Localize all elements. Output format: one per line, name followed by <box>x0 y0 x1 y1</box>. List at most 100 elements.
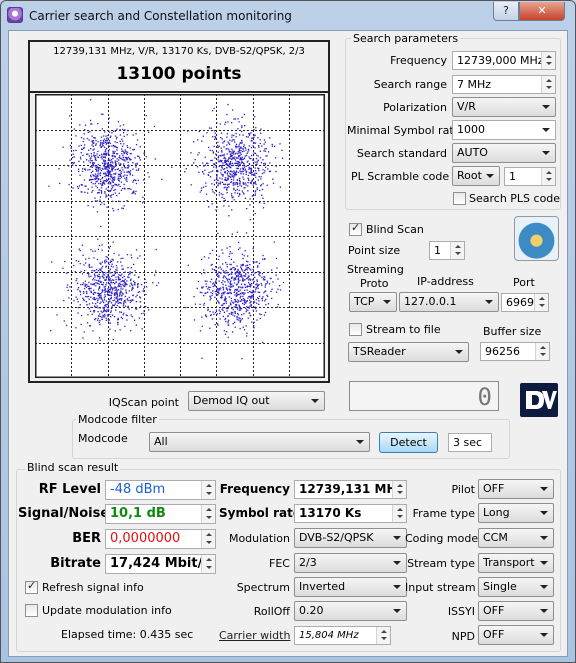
carrier-width-label[interactable]: Carrier width <box>219 629 290 642</box>
constellation-point <box>241 190 243 192</box>
input-stream-select[interactable]: Single <box>478 577 554 597</box>
constellation-point <box>102 180 105 182</box>
buffer-size-input[interactable]: 96256 <box>480 342 550 361</box>
buffer-size-spin[interactable] <box>535 343 549 360</box>
constellation-point <box>239 194 241 196</box>
constellation-point <box>258 291 261 293</box>
constellation-point <box>116 290 118 292</box>
constellation-point <box>86 272 89 274</box>
constellation-point <box>51 261 53 263</box>
msr-select[interactable]: 1000 <box>452 120 556 140</box>
constellation-point <box>121 265 123 267</box>
rolloff-select[interactable]: 0.20 <box>294 601 407 621</box>
constellation-point <box>148 309 150 311</box>
constellation-point <box>211 249 214 251</box>
refresh-signal-checkbox[interactable] <box>25 579 38 594</box>
constellation-point <box>90 166 92 168</box>
detect-interval-input[interactable]: 3 sec <box>448 433 492 452</box>
issyi-select[interactable]: OFF <box>478 601 554 621</box>
constellation-point <box>116 149 118 151</box>
search-range-spin[interactable] <box>541 76 555 93</box>
constellation-point <box>108 117 110 119</box>
pl-scramble-input[interactable]: 1 <box>504 167 556 186</box>
constellation-point <box>85 290 88 293</box>
modcode-select[interactable]: All <box>149 432 370 452</box>
constellation-point <box>103 309 105 311</box>
constellation-point <box>229 286 231 288</box>
carrier-width-spin[interactable] <box>376 627 390 644</box>
iqscan-label: IQScan point <box>108 396 179 409</box>
symbol-rate-spin[interactable] <box>392 505 406 522</box>
constellation-point <box>212 290 214 292</box>
constellation-point <box>278 285 281 287</box>
stream-app-select[interactable]: TSReader <box>348 342 469 362</box>
constellation-point <box>226 144 228 146</box>
constellation-point <box>216 122 218 124</box>
constellation-point <box>122 257 124 259</box>
constellation-point <box>115 265 118 267</box>
constellation-point <box>82 168 84 170</box>
port-input[interactable]: 6969 <box>501 293 549 312</box>
close-button[interactable]: ✕ <box>519 2 565 21</box>
ip-address-select[interactable]: 127.0.0.1 <box>399 292 499 312</box>
constellation-point <box>103 159 105 161</box>
constellation-point <box>221 138 223 140</box>
bitrate-spin[interactable] <box>201 555 215 573</box>
constellation-point <box>114 130 116 132</box>
stream-type-select[interactable]: Transport <box>478 553 554 573</box>
constellation-point <box>222 287 225 289</box>
iqscan-select[interactable]: Demod IQ out <box>188 391 325 411</box>
constellation-point <box>90 283 92 285</box>
point-size-input[interactable]: 1 <box>429 241 465 260</box>
detect-button[interactable]: Detect <box>379 432 438 453</box>
constellation-point <box>91 166 93 168</box>
constellation-point <box>231 162 234 164</box>
constellation-point <box>137 179 139 182</box>
spectrum-select[interactable]: Inverted <box>294 577 407 597</box>
frequency-input[interactable]: 12739,000 MHz <box>452 51 556 70</box>
polarization-select[interactable]: V/R <box>452 97 556 117</box>
constellation-point <box>245 154 248 157</box>
constellation-point <box>50 330 52 332</box>
constellation-point <box>102 284 104 286</box>
point-size-spin[interactable] <box>450 242 464 259</box>
fec-select[interactable]: 2/3 <box>294 553 407 573</box>
pl-scramble-type-select[interactable]: Root <box>452 166 500 186</box>
plot-grid <box>34 93 326 379</box>
frame-type-select[interactable]: Long <box>478 503 554 523</box>
pilot-select[interactable]: OFF <box>478 479 554 499</box>
constellation-point <box>187 130 189 132</box>
rf-level-spin[interactable] <box>201 481 215 499</box>
constellation-point <box>106 260 108 263</box>
constellation-point <box>241 287 243 289</box>
constellation-point <box>239 309 241 311</box>
proto-select[interactable]: TCP <box>349 292 397 312</box>
constellation-point <box>100 301 102 303</box>
bitrate-label: Bitrate <box>50 556 101 571</box>
npd-select[interactable]: OFF <box>478 625 554 645</box>
constellation-point <box>101 128 103 130</box>
stream-to-file-checkbox[interactable] <box>349 323 362 336</box>
result-frequency-spin[interactable] <box>392 481 406 498</box>
help-button[interactable]: ? <box>493 2 519 21</box>
modulation-select[interactable]: DVB-S2/QPSK <box>294 528 407 548</box>
port-spin[interactable] <box>534 294 548 311</box>
search-range-input[interactable]: 7 MHz <box>452 75 556 94</box>
coding-mode-select[interactable]: CCM <box>478 528 554 548</box>
ber-spin[interactable] <box>201 530 215 548</box>
constellation-point <box>92 302 94 304</box>
constellation-point <box>123 275 125 277</box>
constellation-point <box>255 299 257 301</box>
search-standard-select[interactable]: AUTO <box>452 143 556 163</box>
constellation-point <box>107 302 110 304</box>
constellation-point <box>223 205 225 207</box>
constellation-point <box>232 151 235 153</box>
frequency-spin[interactable] <box>541 52 555 69</box>
constellation-point <box>244 155 246 157</box>
blind-scan-checkbox[interactable] <box>349 221 362 236</box>
pl-scramble-spin[interactable] <box>541 168 555 185</box>
signal-noise-spin[interactable] <box>201 505 215 523</box>
update-modulation-checkbox[interactable] <box>25 604 38 617</box>
constellation-point <box>121 292 123 294</box>
search-pls-checkbox[interactable] <box>453 192 466 205</box>
